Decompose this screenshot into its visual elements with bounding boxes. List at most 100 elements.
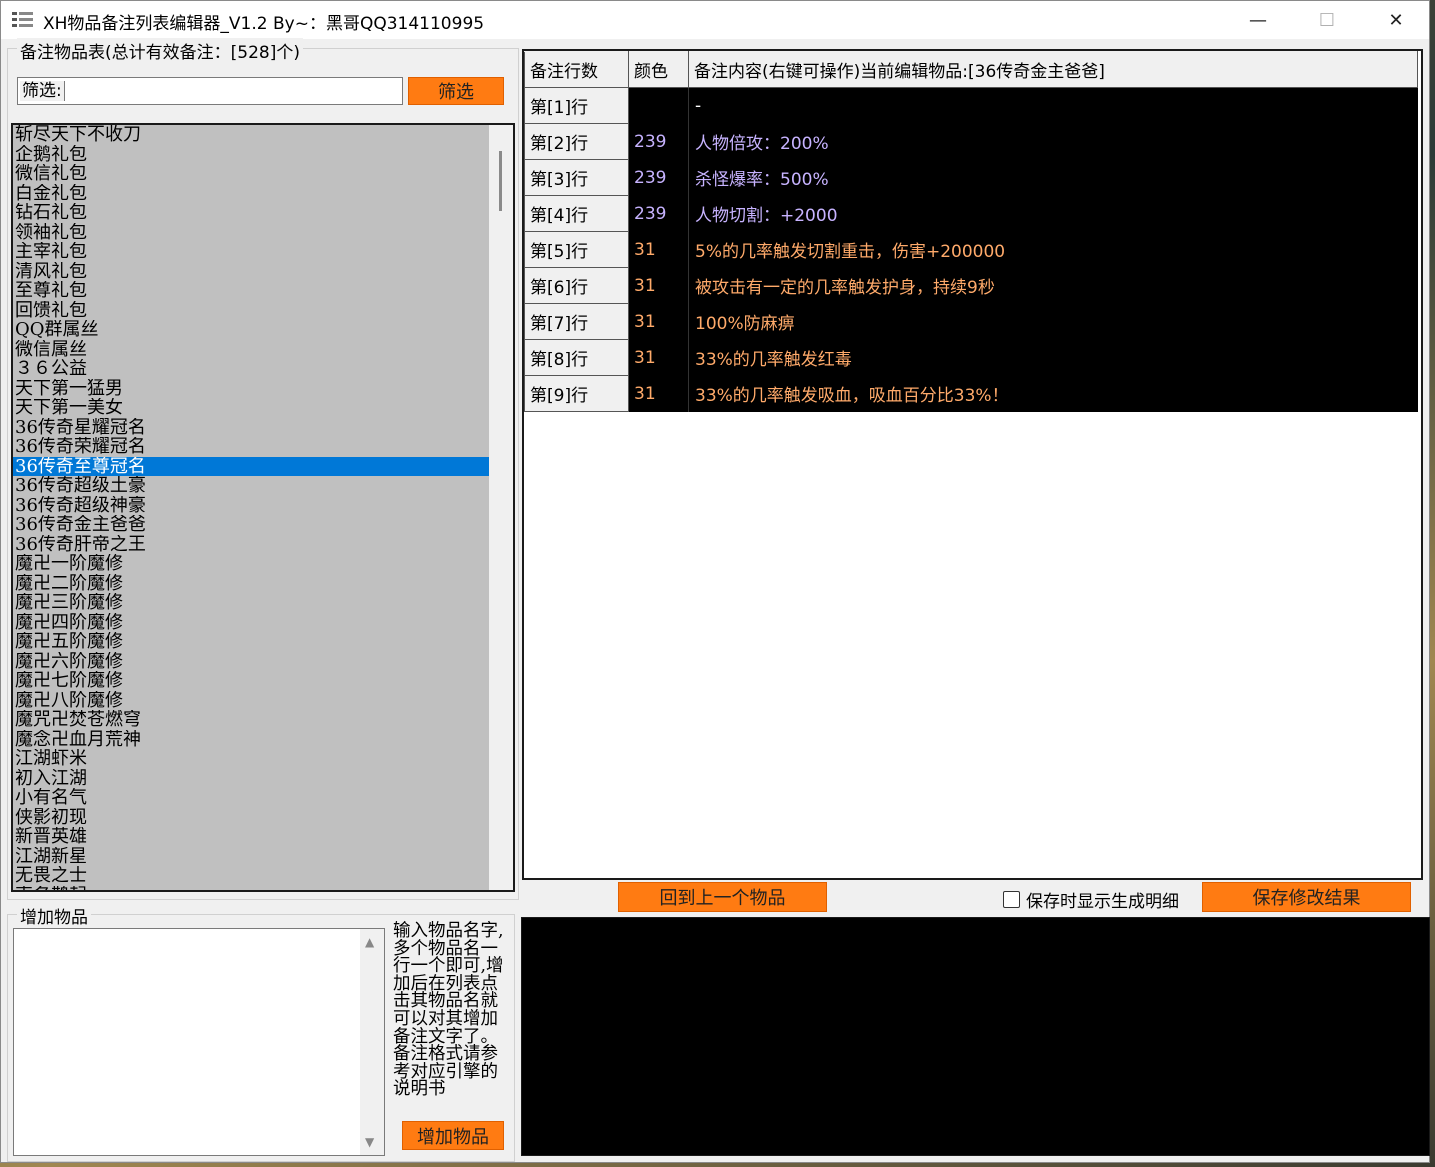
remark-content-cell[interactable]: 33%的几率触发红毒	[688, 339, 1418, 376]
list-item[interactable]: 微信属丝	[13, 340, 489, 360]
row-number-cell[interactable]: 第[3]行	[524, 159, 629, 196]
item-list-group-label: 备注物品表(总计有效备注：[528]个)	[17, 38, 303, 63]
list-item[interactable]: 天下第一美女	[13, 398, 489, 418]
list-item[interactable]: 领袖礼包	[13, 223, 489, 243]
output-log-panel	[521, 917, 1430, 1156]
table-row[interactable]: 第[7]行 31 100%防麻痹	[524, 303, 1418, 340]
list-item[interactable]: 魔卍六阶魔修	[13, 652, 489, 672]
color-code-cell[interactable]: 239	[628, 195, 689, 232]
row-number-cell[interactable]: 第[6]行	[524, 267, 629, 304]
add-item-textarea[interactable]: ▲ ▼	[13, 928, 385, 1156]
color-code-cell[interactable]: 31	[628, 231, 689, 268]
table-row[interactable]: 第[1]行 -	[524, 87, 1418, 124]
remark-content-cell[interactable]: 100%防麻痹	[688, 303, 1418, 340]
list-item[interactable]: 新晋英雄	[13, 827, 489, 847]
filter-input[interactable]	[66, 78, 402, 104]
color-code-cell[interactable]: 31	[628, 339, 689, 376]
row-number-cell[interactable]: 第[1]行	[524, 87, 629, 124]
list-item[interactable]: 侠影初现	[13, 808, 489, 828]
row-number-cell[interactable]: 第[2]行	[524, 123, 629, 160]
item-listbox[interactable]: 斩尽天下不收刀 企鹅礼包 微信礼包 白金礼包 钻石礼包 领袖礼包 主宰礼包 清风礼包 至尊礼包回…	[11, 123, 515, 892]
table-row[interactable]: 第[9]行 31 33%的几率触发吸血，吸血百分比33%！	[524, 375, 1418, 412]
list-item[interactable]: 魔咒卍焚苍燃穹	[13, 710, 489, 730]
list-item[interactable]: 企鹅礼包	[13, 145, 489, 165]
remark-content-cell[interactable]: 杀怪爆率：500%	[688, 159, 1418, 196]
table-row[interactable]: 第[4]行 239 人物切割：+2000	[524, 195, 1418, 232]
table-row[interactable]: 第[8]行 31 33%的几率触发红毒	[524, 339, 1418, 376]
list-item[interactable]: 魔卍五阶魔修	[13, 632, 489, 652]
save-changes-button[interactable]: 保存修改结果	[1202, 882, 1411, 912]
color-code-cell[interactable]: 31	[628, 303, 689, 340]
row-number-cell[interactable]: 第[9]行	[524, 375, 629, 412]
list-item[interactable]: 微信礼包	[13, 164, 489, 184]
list-item[interactable]: 魔卍一阶魔修	[13, 554, 489, 574]
list-item[interactable]: 斩尽天下不收刀	[13, 125, 489, 145]
row-number-cell[interactable]: 第[8]行	[524, 339, 629, 376]
list-item[interactable]: 天下第一猛男	[13, 379, 489, 399]
list-item[interactable]: 无畏之士	[13, 866, 489, 886]
scroll-up-icon[interactable]: ▲	[365, 935, 374, 949]
list-item[interactable]: 36传奇金主爸爸	[13, 515, 489, 535]
row-number-cell[interactable]: 第[5]行	[524, 231, 629, 268]
list-item[interactable]: 魔卍七阶魔修	[13, 671, 489, 691]
header-row-count[interactable]: 备注行数	[524, 51, 629, 88]
list-item[interactable]: ３６公益	[13, 359, 489, 379]
list-item[interactable]: 清风礼包	[13, 262, 489, 282]
list-item[interactable]: 魔卍三阶魔修	[13, 593, 489, 613]
list-item[interactable]: 36传奇超级土豪	[13, 476, 489, 496]
list-item[interactable]: 回馈礼包	[13, 301, 489, 321]
table-row[interactable]: 第[5]行 31 5%的几率触发切割重击，伤害+200000	[524, 231, 1418, 268]
remark-content-cell[interactable]: 5%的几率触发切割重击，伤害+200000	[688, 231, 1418, 268]
list-item[interactable]: 小有名气	[13, 788, 489, 808]
scroll-down-icon[interactable]: ▼	[365, 1135, 374, 1149]
remark-content-cell[interactable]: 人物倍攻：200%	[688, 123, 1418, 160]
remark-table[interactable]: 备注行数 颜色 备注内容(右键可操作)当前编辑物品:[36传奇金主爸爸] 第[1…	[522, 49, 1423, 880]
back-to-previous-button[interactable]: 回到上一个物品	[618, 882, 827, 912]
remark-content-cell[interactable]: 33%的几率触发吸血，吸血百分比33%！	[688, 375, 1418, 412]
close-button[interactable]: ✕	[1361, 1, 1431, 39]
list-item[interactable]: 主宰礼包	[13, 242, 489, 262]
list-item[interactable]: 魔卍四阶魔修	[13, 613, 489, 633]
color-code-cell[interactable]: 239	[628, 123, 689, 160]
list-item[interactable]: 36传奇至尊冠名	[13, 456, 489, 476]
row-number-cell[interactable]: 第[7]行	[524, 303, 629, 340]
table-row[interactable]: 第[2]行 239 人物倍攻：200%	[524, 123, 1418, 160]
header-color[interactable]: 颜色	[628, 51, 689, 88]
list-item[interactable]: 魔卍二阶魔修	[13, 574, 489, 594]
app-list-icon	[12, 12, 33, 27]
color-code-cell[interactable]	[628, 87, 689, 124]
row-number-cell[interactable]: 第[4]行	[524, 195, 629, 232]
color-code-cell[interactable]: 31	[628, 375, 689, 412]
list-item[interactable]: 白金礼包	[13, 184, 489, 204]
list-item[interactable]: 36传奇星耀冠名	[13, 418, 489, 438]
list-item[interactable]: 江湖新星	[13, 847, 489, 867]
list-item[interactable]: 钻石礼包	[13, 203, 489, 223]
color-code-cell[interactable]: 239	[628, 159, 689, 196]
list-item[interactable]: 至尊礼包	[13, 281, 489, 301]
list-item[interactable]: QQ群属丝	[13, 320, 489, 340]
add-item-button[interactable]: 增加物品	[402, 1121, 504, 1150]
list-item[interactable]: 36传奇肝帝之王	[13, 535, 489, 555]
list-item[interactable]: 魔卍八阶魔修	[13, 691, 489, 711]
color-code-cell[interactable]: 31	[628, 267, 689, 304]
list-item[interactable]: 初入江湖	[13, 769, 489, 789]
maximize-button[interactable]: ☐	[1292, 1, 1362, 39]
table-row[interactable]: 第[3]行 239 杀怪爆率：500%	[524, 159, 1418, 196]
list-item[interactable]: 魔念卍血月荒神	[13, 730, 489, 750]
checkbox-box[interactable]	[1003, 891, 1020, 908]
list-item[interactable]: 江湖虾米	[13, 749, 489, 769]
textarea-scrollbar[interactable]: ▲ ▼	[360, 929, 384, 1155]
remark-content-cell[interactable]: 人物切割：+2000	[688, 195, 1418, 232]
list-scrollbar[interactable]	[489, 125, 513, 890]
remark-content-cell[interactable]: 被攻击有一定的几率触发护身，持续9秒	[688, 267, 1418, 304]
list-item[interactable]: 声名鹊起	[13, 886, 489, 891]
list-item[interactable]: 36传奇荣耀冠名	[13, 437, 489, 457]
show-detail-checkbox[interactable]: 保存时显示生成明细	[1003, 887, 1179, 912]
header-content[interactable]: 备注内容(右键可操作)当前编辑物品:[36传奇金主爸爸]	[688, 51, 1418, 88]
minimize-button[interactable]: —	[1223, 1, 1293, 39]
remark-content-cell[interactable]: -	[688, 87, 1418, 124]
list-scroll-thumb[interactable]	[499, 151, 502, 211]
filter-button[interactable]: 筛选	[408, 77, 504, 105]
table-row[interactable]: 第[6]行 31 被攻击有一定的几率触发护身，持续9秒	[524, 267, 1418, 304]
list-item[interactable]: 36传奇超级神豪	[13, 496, 489, 516]
